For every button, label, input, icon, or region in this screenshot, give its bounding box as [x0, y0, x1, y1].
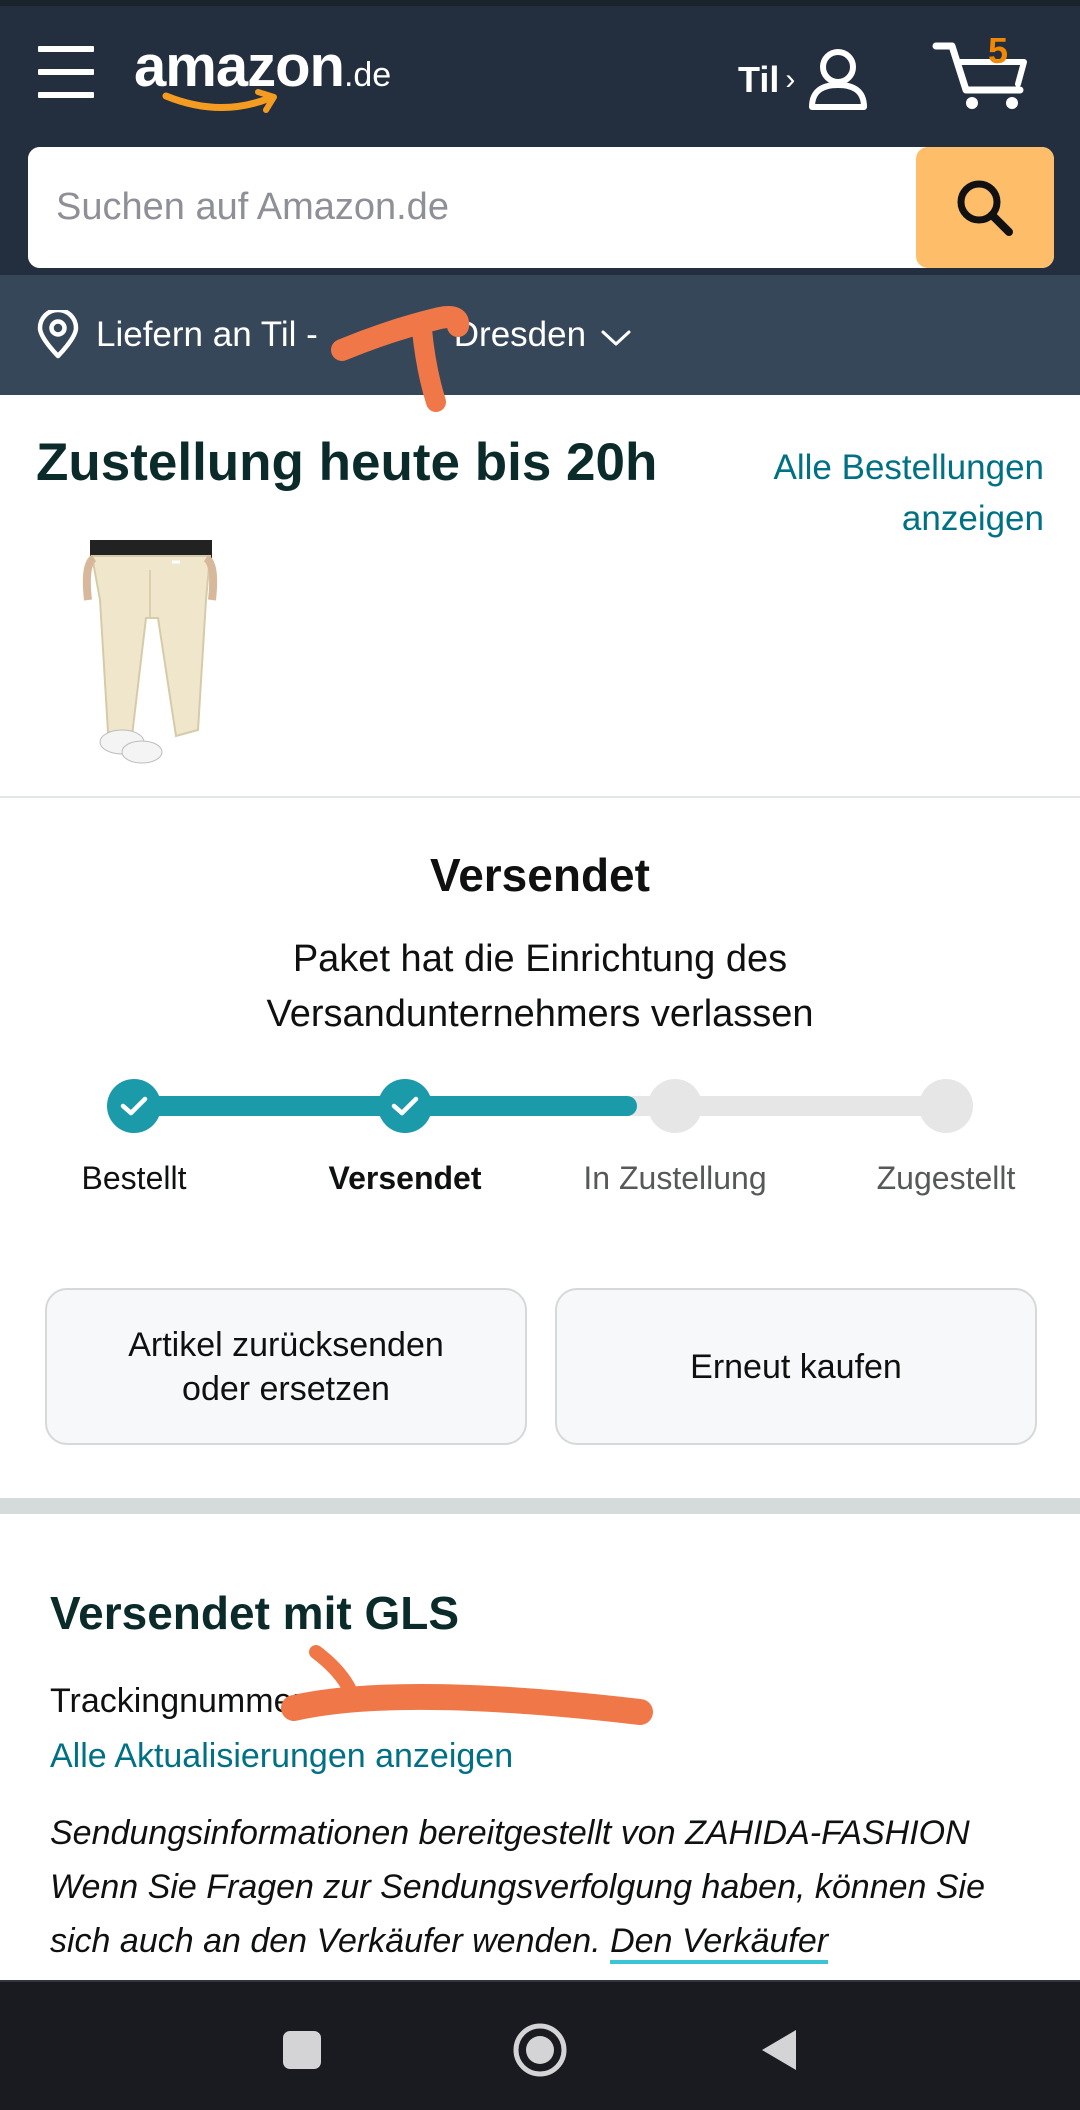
recents-icon [283, 2031, 321, 2069]
account-button[interactable]: Til › [738, 49, 869, 110]
step-ordered-dot [107, 1079, 161, 1133]
cart-count-badge: 5 [987, 30, 1009, 71]
amazon-order-tracking-screen: amazon.de Til › 5 Suchen auf Amazon.de L… [0, 0, 1080, 2110]
chevron-down-icon [601, 330, 631, 346]
step-delivered-dot [919, 1079, 973, 1133]
shipment-status-title: Versendet [430, 849, 650, 901]
home-button[interactable] [500, 2010, 580, 2090]
all-orders-link-line1: Alle Bestellungen [773, 448, 1044, 487]
delivery-estimate-title: Zustellung heute bis 20h [36, 433, 658, 492]
carrier-title: Versendet mit GLS [50, 1587, 460, 1639]
back-icon [762, 2030, 796, 2070]
menu-icon[interactable] [38, 46, 94, 98]
amazon-logo[interactable]: amazon.de [134, 36, 434, 116]
smile-arrow-icon [162, 89, 277, 113]
step-out-for-delivery-label: In Zustellung [583, 1160, 767, 1196]
return-button-line2: oder ersetzen [182, 1369, 390, 1408]
step-shipped-label: Versendet [328, 1160, 482, 1196]
redaction-scribble-tracking [281, 1645, 653, 1725]
search-icon [957, 180, 1013, 236]
system-navigation-bar [0, 1980, 1080, 2110]
all-orders-link-line2: anzeigen [901, 499, 1044, 538]
logo-tld: .de [343, 56, 392, 94]
step-delivered-label: Zugestellt [876, 1160, 1016, 1196]
home-icon [513, 2023, 567, 2077]
delivery-location-bar[interactable]: Liefern an Til - Dresden [0, 275, 1080, 395]
product-image[interactable] [80, 540, 220, 765]
account-label: Til [738, 59, 780, 100]
recents-button[interactable] [262, 2010, 342, 2090]
search-bar [28, 147, 1054, 268]
all-updates-link[interactable]: Alle Aktualisierungen anzeigen [50, 1737, 513, 1776]
all-orders-link[interactable]: Alle Bestellungen anzeigen [724, 442, 1044, 544]
header: amazon.de Til › 5 [0, 0, 1080, 275]
tracking-number-label: Trackingnummer [50, 1682, 304, 1720]
cart-button[interactable]: 5 [932, 30, 1032, 112]
check-icon [391, 1096, 419, 1116]
search-input[interactable] [28, 147, 916, 268]
shipment-status-subtitle: Paket hat die Einrichtung des Versandunt… [266, 938, 814, 1035]
buy-again-button[interactable]: Erneut kaufen [555, 1288, 1037, 1445]
step-shipped-dot [378, 1079, 432, 1133]
location-pin-icon [37, 310, 79, 359]
section-divider [0, 796, 1080, 798]
user-icon [809, 49, 868, 110]
back-button[interactable] [738, 2010, 818, 2090]
shipment-info-body: Sendungsinformationen bereitgestellt von… [50, 1814, 986, 1960]
contact-seller-link[interactable]: Den Verkäufer [610, 1922, 829, 1964]
step-out-for-delivery-dot [648, 1079, 702, 1133]
buy-again-label: Erneut kaufen [690, 1347, 902, 1386]
step-ordered-label: Bestellt [81, 1160, 187, 1196]
account-chevron: › [785, 63, 796, 96]
return-or-replace-button[interactable]: Artikel zurücksenden oder ersetzen [45, 1288, 527, 1445]
shipment-info-text: Sendungsinformationen bereitgestellt von… [50, 1806, 1050, 1968]
section-divider-thick [0, 1498, 1080, 1514]
search-button[interactable] [916, 147, 1054, 268]
return-button-line1: Artikel zurücksenden [128, 1325, 444, 1364]
delivery-address-prefix: Liefern an Til - [96, 315, 318, 354]
delivery-address-city: Dresden [453, 315, 587, 354]
check-icon [120, 1096, 148, 1116]
